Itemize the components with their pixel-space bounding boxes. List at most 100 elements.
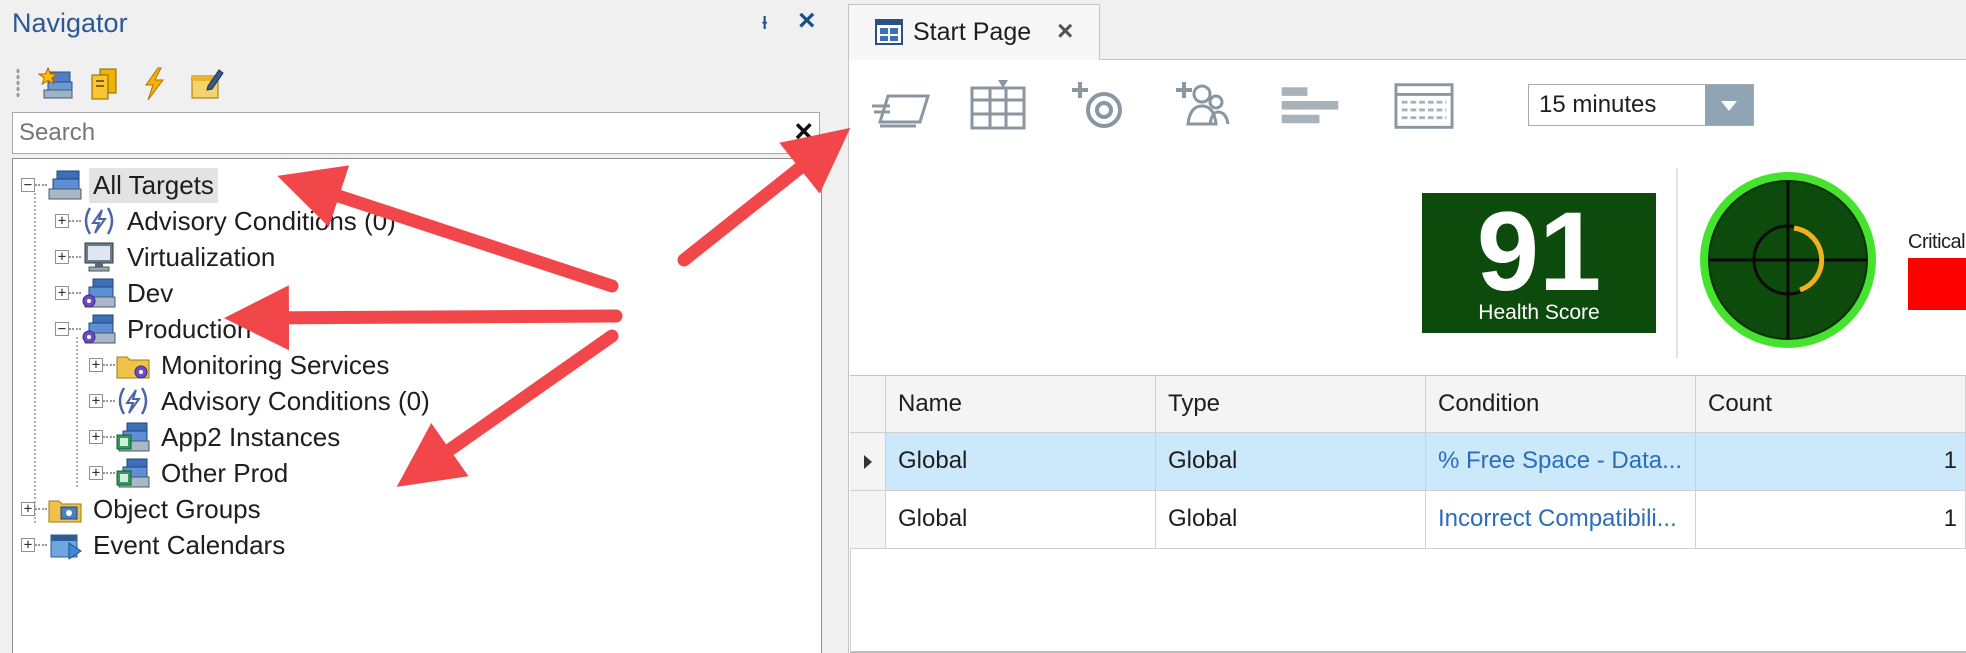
divider xyxy=(1676,168,1678,358)
expand-icon[interactable]: + xyxy=(89,358,103,372)
navigator-title: Navigator xyxy=(12,8,128,38)
conditions-grid: Name Type Condition Count Global Global … xyxy=(850,375,1966,653)
search-input[interactable] xyxy=(19,117,779,149)
object-groups-icon xyxy=(48,500,82,523)
list-view-icon[interactable] xyxy=(1394,80,1454,134)
row-pointer-icon xyxy=(864,455,872,469)
navigator-tree: − All Targets + Advisory Conditions (0) … xyxy=(12,158,822,653)
pin-icon[interactable]: ᵼ xyxy=(762,8,767,36)
expand-icon[interactable]: + xyxy=(21,538,35,552)
expand-icon[interactable]: + xyxy=(55,250,69,264)
tree-node-advisory-conditions-production[interactable]: + Advisory Conditions (0) xyxy=(89,381,434,421)
cell-type[interactable]: Global xyxy=(1156,491,1426,549)
tree-node-other-prod[interactable]: + Other Prod xyxy=(89,453,292,493)
tree-node-label: App2 Instances xyxy=(161,421,341,452)
tree-node-monitoring-services[interactable]: + Monitoring Services xyxy=(89,345,393,385)
edit-note-icon[interactable] xyxy=(188,66,224,102)
dropdown-button[interactable] xyxy=(1705,85,1753,125)
column-header-name[interactable]: Name xyxy=(886,375,1156,433)
health-radar-icon[interactable] xyxy=(1696,168,1880,352)
health-score-value: 91 xyxy=(1476,189,1602,314)
close-tab-icon[interactable]: × xyxy=(1057,15,1073,47)
tree-node-label: Production xyxy=(127,313,252,344)
tree-guide-line xyxy=(76,337,78,487)
tree-node-advisory-conditions[interactable]: + Advisory Conditions (0) xyxy=(55,201,400,241)
tree-node-label: Object Groups xyxy=(93,493,261,524)
tree-node-label: Event Calendars xyxy=(93,529,286,560)
expand-icon[interactable]: + xyxy=(89,394,103,408)
table-row[interactable]: Global Global Incorrect Compatibili... 1 xyxy=(850,491,1966,549)
cell-count[interactable]: 1 xyxy=(1696,433,1966,491)
server-group-icon xyxy=(82,278,116,308)
expand-icon[interactable]: + xyxy=(21,502,35,516)
calendar-icon xyxy=(50,534,82,560)
critical-label: Critical xyxy=(1908,231,1966,253)
row-indicator[interactable] xyxy=(850,491,886,549)
collapse-icon[interactable]: − xyxy=(55,322,69,336)
tree-node-dev[interactable]: + Dev xyxy=(55,273,177,313)
cell-count[interactable]: 1 xyxy=(1696,491,1966,549)
add-target-icon[interactable] xyxy=(38,66,74,102)
tree-node-label: Advisory Conditions (0) xyxy=(127,205,396,236)
monitor-icon xyxy=(84,242,114,272)
folder-gear-icon xyxy=(116,356,150,379)
toolbar-grip[interactable] xyxy=(16,68,20,98)
clear-search-icon[interactable]: × xyxy=(794,113,813,150)
server-instance-icon xyxy=(116,458,150,488)
add-user-icon[interactable] xyxy=(1172,78,1232,132)
tree-node-all-targets[interactable]: − All Targets xyxy=(21,165,218,205)
tree-node-production[interactable]: − Production xyxy=(55,309,255,349)
advisory-icon xyxy=(84,207,114,235)
tree-node-label: Other Prod xyxy=(161,457,289,488)
grid-header-row: Name Type Condition Count xyxy=(850,375,1966,433)
add-target-icon[interactable] xyxy=(1068,78,1128,132)
tree-node-object-groups[interactable]: + Object Groups xyxy=(21,489,265,529)
server-instance-icon xyxy=(116,422,150,452)
tree-node-label: Monitoring Services xyxy=(161,349,390,380)
tree-node-virtualization[interactable]: + Virtualization xyxy=(55,237,279,277)
expand-icon[interactable]: + xyxy=(55,214,69,228)
table-row[interactable]: Global Global % Free Space - Data... 1 xyxy=(850,433,1966,491)
time-range-value: 15 minutes xyxy=(1539,91,1657,118)
column-header-condition[interactable]: Condition xyxy=(1426,375,1696,433)
chevron-down-icon xyxy=(1721,101,1737,111)
cell-condition-link[interactable]: % Free Space - Data... xyxy=(1426,433,1696,491)
critical-indicator[interactable] xyxy=(1908,258,1966,310)
tree-node-label: Advisory Conditions (0) xyxy=(161,385,430,416)
cell-name[interactable]: Global xyxy=(886,491,1156,549)
time-range-select[interactable]: 15 minutes xyxy=(1528,84,1754,126)
cell-name[interactable]: Global xyxy=(886,433,1156,491)
tree-guide-line xyxy=(34,193,36,523)
tree-node-label: Virtualization xyxy=(127,241,276,272)
tree-node-event-calendars[interactable]: + Event Calendars xyxy=(21,525,289,565)
advisory-icon xyxy=(118,387,148,415)
bar-chart-icon[interactable] xyxy=(1280,80,1340,134)
grid-filter-icon[interactable] xyxy=(968,78,1028,132)
expand-icon[interactable]: + xyxy=(55,286,69,300)
tree-node-app2-instances[interactable]: + App2 Instances xyxy=(89,417,344,457)
health-score-label: Health Score xyxy=(1478,301,1600,324)
grid-corner xyxy=(850,375,886,433)
expand-icon[interactable]: + xyxy=(89,430,103,444)
close-icon[interactable]: × xyxy=(798,4,816,38)
tab-label: Start Page xyxy=(913,18,1032,46)
tree-node-label: All Targets xyxy=(89,167,218,203)
tab-start-page[interactable]: Start Page × xyxy=(848,4,1100,60)
expand-icon[interactable]: + xyxy=(89,466,103,480)
cell-type[interactable]: Global xyxy=(1156,433,1426,491)
collapse-icon[interactable]: − xyxy=(21,178,35,192)
grid-empty-area xyxy=(850,549,1966,653)
column-header-count[interactable]: Count xyxy=(1696,375,1966,433)
copy-icon[interactable] xyxy=(86,66,122,102)
cell-condition-link[interactable]: Incorrect Compatibili... xyxy=(1426,491,1696,549)
dashboard-icon xyxy=(875,19,903,45)
server-group-icon xyxy=(82,314,116,344)
column-header-type[interactable]: Type xyxy=(1156,375,1426,433)
health-score-tile[interactable]: 91 Health Score xyxy=(1422,193,1656,333)
dashboard-mode-icon[interactable] xyxy=(870,80,930,134)
servers-icon xyxy=(48,170,82,200)
search-box: × xyxy=(12,112,820,154)
lightning-icon[interactable] xyxy=(136,66,172,102)
row-indicator[interactable] xyxy=(850,433,886,491)
tree-node-label: Dev xyxy=(127,277,174,308)
